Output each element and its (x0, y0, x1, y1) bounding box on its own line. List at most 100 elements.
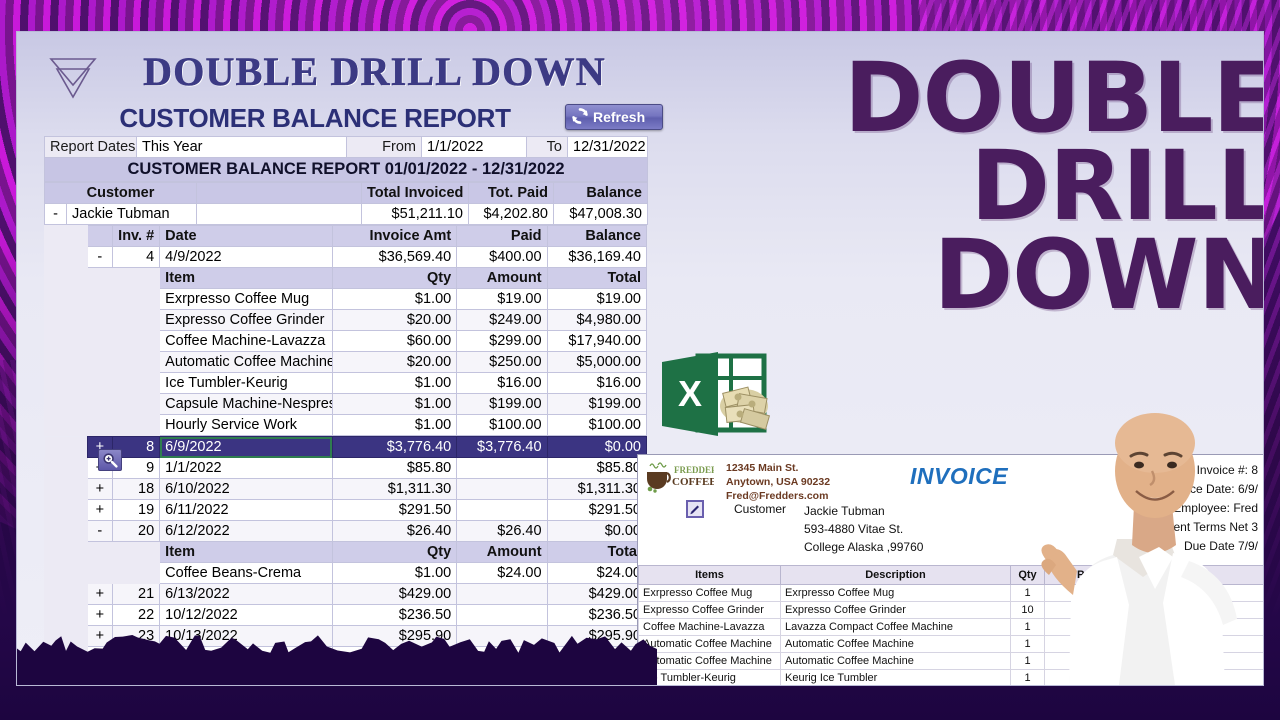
invoice-row-balance: $85.80 (546, 457, 648, 479)
item-qty: $1.00 (331, 393, 458, 415)
invoice-preview-item: Automatic Coffee Machine (638, 652, 781, 670)
report-dates-value[interactable]: This Year (136, 136, 347, 158)
inv-header-pad2 (86, 225, 113, 247)
svg-text:X: X (678, 373, 702, 414)
excel-report: DOUBLE DRILL DOWN CUSTOMER BALANCE REPOR… (44, 45, 663, 685)
item-qty: $1.00 (331, 562, 458, 584)
items-20-body: Coffee Beans-Crema $1.00 $24.00 $24.00 (44, 562, 648, 584)
edit-pencil-box-icon[interactable] (686, 500, 704, 518)
customer-header-row: Customer Total Invoiced Tot. Paid Balanc… (44, 182, 648, 204)
item-name: Expresso Coffee Grinder (159, 309, 333, 331)
item-row-pad (44, 351, 88, 373)
invoice-row-amount: $429.00 (331, 583, 458, 605)
invoice-title: INVOICE (910, 463, 1009, 489)
customer-toggle[interactable]: - (44, 203, 67, 225)
item-row[interactable]: Ice Tumbler-Keurig $1.00 $16.00 $16.00 (44, 372, 648, 394)
inv4-toggle[interactable]: - (86, 246, 113, 268)
invoice-row[interactable]: +19 6/11/2022 $291.50 $291.50 (44, 499, 648, 521)
item-row[interactable]: Capsule Machine-Nespresso$1.00$199.00$19… (44, 393, 648, 415)
invoice-customer-name: Jackie Tubman (804, 504, 885, 518)
from-value[interactable]: 1/1/2022 (421, 136, 527, 158)
invoice-row-4[interactable]: - 4 4/9/2022 $36,569.40 $400.00 $36,169.… (44, 246, 648, 268)
invoice-preview-item: Exrpresso Coffee Mug (638, 584, 781, 602)
to-value[interactable]: 12/31/2022 (567, 136, 648, 158)
invoice-preview-desc: Keurig Ice Tumbler (780, 669, 1011, 685)
invoice-row-toggle[interactable]: + (86, 583, 113, 605)
invoice-row-pad (44, 499, 88, 521)
balance-header: Balance (553, 182, 648, 204)
invoice-row-date: 6/13/2022 (159, 583, 333, 605)
presenter-photo (1041, 413, 1237, 685)
invoice-row[interactable]: +18 6/10/2022 $1,311.30 $1,311.30 (44, 478, 648, 500)
item-row-pad (44, 414, 88, 436)
invoice-row-number: 21 (111, 583, 161, 605)
report-banner: CUSTOMER BALANCE REPORT 01/01/2022 - 12/… (44, 157, 648, 182)
item-amount: $249.00 (456, 309, 548, 331)
total-invoiced-header: Total Invoiced (361, 182, 469, 204)
item4-pad (44, 267, 88, 289)
invoice-customer-city: College Alaska ,99760 (804, 540, 924, 554)
invoice-preview-item: Expresso Coffee Grinder (638, 601, 781, 619)
report-filter-table: Report Dates This Year From 1/1/2022 To … (44, 136, 648, 182)
item-row[interactable]: Automatic Coffee Machine $20.00 $250.00 $5,… (44, 351, 648, 373)
invoice-row-toggle[interactable]: + (86, 499, 113, 521)
selected-row-date[interactable]: 6/9/2022 (159, 436, 333, 458)
invoice-row[interactable]: +21 6/13/2022 $429.00 $429.00 (44, 583, 648, 605)
item-row-pad2 (86, 562, 113, 584)
invoice-row-date: 6/11/2022 (159, 499, 333, 521)
magnifier-zoom-icon[interactable] (98, 449, 122, 471)
item-header-20: Item (159, 541, 333, 563)
item-row-pad3 (111, 351, 161, 373)
item-qty: $1.00 (331, 372, 458, 394)
items-4-body: Exrpresso Coffee Mug $1.00 $19.00 $19.00 Exp… (44, 288, 648, 436)
invoice-row-number: 20 (111, 520, 161, 542)
invoice-address-line-3: Fred@Fredders.com (726, 490, 829, 502)
invoice-row[interactable]: -20 6/12/2022 $26.40 $26.40 $0.00 (44, 520, 648, 542)
invoice-preview-item: Ice Tumbler-Keurig (638, 669, 781, 685)
inv4-date: 4/9/2022 (159, 246, 333, 268)
report-brand-title: DOUBLE DRILL DOWN (143, 49, 606, 95)
invoice-row-paid (456, 478, 548, 500)
item-qty: $1.00 (331, 414, 458, 436)
invoice-customer-street: 593-4880 Vitae St. (804, 522, 904, 536)
invoice-row-toggle[interactable]: - (86, 520, 113, 542)
customer-total-invoiced: $51,211.10 (361, 203, 469, 225)
invoice-row-pad (44, 457, 88, 479)
item-amount: $16.00 (456, 372, 548, 394)
qty-header: Qty (331, 267, 458, 289)
invoice-row[interactable]: +91/1/2022$85.80$85.80 (44, 457, 648, 479)
item-row[interactable]: Expresso Coffee Grinder $20.00 $249.00 $4,9… (44, 309, 648, 331)
tot-paid-header: Tot. Paid (468, 182, 554, 204)
item-row-pad2 (86, 414, 113, 436)
inv-paid-header: Paid (456, 225, 548, 247)
item-row[interactable]: Coffee Beans-Crema $1.00 $24.00 $24.00 (44, 562, 648, 584)
item-name: Exrpresso Coffee Mug (159, 288, 333, 310)
item-name: Coffee Beans-Crema (159, 562, 333, 584)
excel-money-icon: X (656, 348, 772, 444)
invoice-address-line-2: Anytown, USA 90232 (726, 476, 831, 488)
item-qty: $20.00 (331, 351, 458, 373)
item-row[interactable]: Coffee Machine-Lavazza $60.00 $299.00 $17,9… (44, 330, 648, 352)
customer-row[interactable]: - Jackie Tubman $51,211.10 $4,202.80 $47… (44, 203, 648, 225)
invoice-row-toggle[interactable]: + (86, 478, 113, 500)
item-row-pad2 (86, 393, 113, 415)
total-header-20: Total (546, 541, 648, 563)
torn-paper-edge (17, 635, 657, 685)
invoice-customer-block: Jackie Tubman 593-4880 Vitae St. College… (804, 502, 923, 556)
invoice-row-amount: $291.50 (331, 499, 458, 521)
item-row-pad2 (86, 372, 113, 394)
invoice-row-pad (44, 478, 88, 500)
inv-balance-header: Balance (546, 225, 648, 247)
item-qty: $1.00 (331, 288, 458, 310)
invoice-row-date: 6/12/2022 (159, 520, 333, 542)
invoice-address-line-1: 12345 Main St. (726, 462, 799, 474)
refresh-button[interactable]: Refresh (565, 104, 663, 130)
invoice-row-number: 18 (111, 478, 161, 500)
inv-number-header: Inv. # (111, 225, 161, 247)
item-row[interactable]: Exrpresso Coffee Mug $1.00 $19.00 $19.00 (44, 288, 648, 310)
item-amount: $299.00 (456, 330, 548, 352)
item-row[interactable]: Hourly Service Work $1.00 $100.00 $100.00 (44, 414, 648, 436)
selected-invoice-row[interactable]: + 8 6/9/2022 $3,776.40 $3,776.40 $0.00 (44, 436, 648, 458)
item-row-pad3 (111, 309, 161, 331)
report-dates-label: Report Dates (44, 136, 137, 158)
